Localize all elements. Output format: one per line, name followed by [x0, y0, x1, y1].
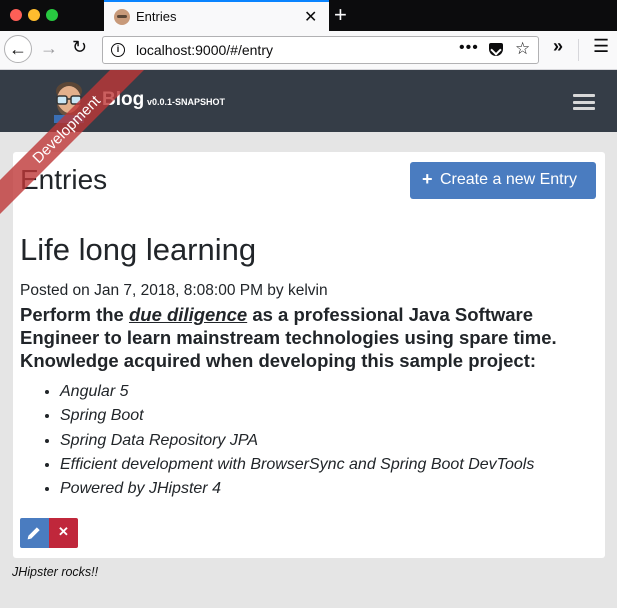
plus-icon: + [422, 169, 433, 189]
window-maximize-button[interactable] [46, 9, 58, 21]
page-title: Entries [20, 164, 108, 195]
entry-body-start: Perform the [20, 304, 129, 325]
app-navbar: Blog v0.0.1-SNAPSHOT [0, 70, 617, 132]
list-item: Spring Boot [60, 404, 534, 428]
create-entry-label: Create a new Entry [440, 171, 577, 188]
entry-body: Perform the due diligence as a professio… [20, 303, 600, 372]
tab-close-icon[interactable]: ✕ [304, 7, 317, 27]
browser-toolbar: ← → ↻ i localhost:9000/#/entry ••• ☆ » ☰ [0, 31, 617, 70]
info-icon[interactable]: i [111, 43, 125, 57]
pocket-icon[interactable] [489, 43, 503, 56]
entry-meta: Posted on Jan 7, 2018, 8:08:00 PM by kel… [20, 282, 328, 299]
pencil-icon [28, 527, 40, 539]
forward-arrow-icon[interactable]: → [40, 38, 58, 59]
back-arrow-icon[interactable]: ← [4, 35, 32, 63]
create-entry-button[interactable]: + Create a new Entry [410, 162, 596, 199]
list-item: Efficient development with BrowserSync a… [60, 453, 534, 477]
list-item: Powered by JHipster 4 [60, 477, 534, 501]
hamburger-menu-icon[interactable] [573, 94, 595, 110]
url-text[interactable]: localhost:9000/#/entry [136, 42, 273, 58]
reload-icon[interactable]: ↻ [72, 37, 87, 58]
window-minimize-button[interactable] [28, 9, 40, 21]
footer-text: JHipster rocks!! [12, 565, 99, 579]
page-actions-icon[interactable]: ••• [459, 39, 479, 57]
tech-list: Angular 5 Spring Boot Spring Data Reposi… [20, 380, 534, 501]
close-icon: ✕ [58, 524, 69, 539]
overflow-chevron-icon[interactable]: » [553, 36, 563, 57]
browser-tab[interactable]: Entries ✕ [104, 0, 329, 31]
edit-entry-button[interactable] [20, 518, 49, 548]
logo-avatar-icon[interactable] [48, 79, 90, 123]
browser-tab-bar: Entries ✕ + [0, 0, 617, 31]
bookmark-star-icon[interactable]: ☆ [515, 39, 530, 59]
favicon-icon [114, 9, 130, 25]
brand-name[interactable]: Blog [102, 89, 144, 111]
entry-body-emphasis: due diligence [128, 304, 248, 325]
version-label: v0.0.1-SNAPSHOT [147, 97, 226, 107]
browser-menu-icon[interactable]: ☰ [593, 36, 609, 57]
toolbar-divider [578, 39, 579, 61]
url-bar[interactable]: i localhost:9000/#/entry ••• ☆ [102, 36, 539, 64]
entry-title[interactable]: Life long learning [20, 232, 256, 268]
list-item: Spring Data Repository JPA [60, 429, 534, 453]
delete-entry-button[interactable]: ✕ [49, 518, 78, 548]
tab-title: Entries [136, 9, 177, 24]
window-close-button[interactable] [10, 9, 22, 21]
list-item: Angular 5 [60, 380, 534, 404]
new-tab-icon[interactable]: + [334, 2, 347, 28]
